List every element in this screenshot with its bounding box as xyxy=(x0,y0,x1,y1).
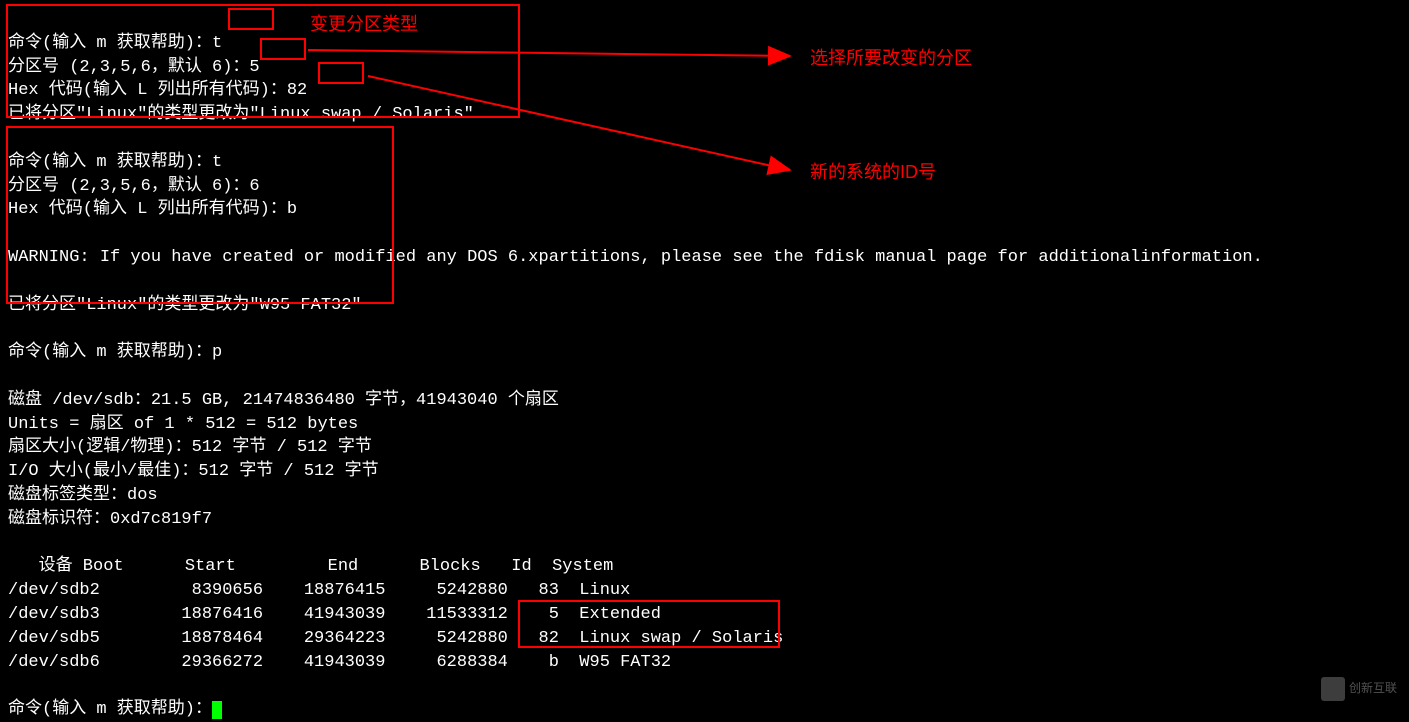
hex-code-b: Hex 代码(输入 L 列出所有代码)：b xyxy=(8,200,297,219)
partition-num-6: 分区号 (2,3,5,6，默认 6)：6 xyxy=(8,177,260,196)
cmd-line-p: 命令(输入 m 获取帮助)：p xyxy=(8,343,222,362)
hex-code-82: 82 xyxy=(287,81,307,100)
partition-table-header: 设备 Boot Start End Blocks Id System xyxy=(8,557,613,576)
disk-line: 磁盘 /dev/sdb：21.5 GB, 21474836480 字节，4194… xyxy=(8,391,559,410)
terminal-output: 命令(输入 m 获取帮助)：t 分区号 (2,3,5,6，默认 6)：5 Hex… xyxy=(8,8,1401,722)
cmd-prompt-final[interactable]: 命令(输入 m 获取帮助)： xyxy=(8,700,212,719)
annotation-change-type: 变更分区类型 xyxy=(310,12,418,37)
watermark: 创新互联 xyxy=(1321,677,1397,701)
cmd-input-t: t xyxy=(212,34,222,53)
result-fat32: 已将分区"Linux"的类型更改为"W95 FAT32" xyxy=(8,296,362,315)
label-type-line: 磁盘标签类型：dos xyxy=(8,486,158,505)
watermark-logo-icon xyxy=(1321,677,1345,701)
units-line: Units = 扇区 of 1 * 512 = 512 bytes xyxy=(8,415,358,434)
warning-text: WARNING: If you have created or modified… xyxy=(8,248,1263,267)
partition-row-sdb3: /dev/sdb3 18876416 41943039 11533312 5 E… xyxy=(8,605,661,624)
annotation-new-system-id: 新的系统的ID号 xyxy=(810,160,936,185)
result-swap: 已将分区"Linux"的类型更改为"Linux swap / Solaris" xyxy=(8,105,474,124)
watermark-text: 创新互联 xyxy=(1349,681,1397,695)
partition-row-sdb6: /dev/sdb6 29366272 41943039 6288384 b W9… xyxy=(8,653,671,672)
cmd-prompt-1: 命令(输入 m 获取帮助)： xyxy=(8,34,212,53)
io-size-line: I/O 大小(最小/最佳)：512 字节 / 512 字节 xyxy=(8,462,379,481)
partition-num-5: 5 xyxy=(249,58,259,77)
partition-num-prompt-1: 分区号 (2,3,5,6，默认 6)： xyxy=(8,58,249,77)
cmd-line-2-t: 命令(输入 m 获取帮助)：t xyxy=(8,153,222,172)
partition-row-sdb5: /dev/sdb5 18878464 29364223 5242880 82 L… xyxy=(8,629,783,648)
cursor-icon xyxy=(212,701,222,719)
disk-ident-line: 磁盘标识符：0xd7c819f7 xyxy=(8,510,212,529)
hex-code-prompt-1: Hex 代码(输入 L 列出所有代码)： xyxy=(8,81,287,100)
partition-row-sdb2: /dev/sdb2 8390656 18876415 5242880 83 Li… xyxy=(8,581,630,600)
sector-size-line: 扇区大小(逻辑/物理)：512 字节 / 512 字节 xyxy=(8,438,372,457)
annotation-select-partition: 选择所要改变的分区 xyxy=(810,46,972,71)
